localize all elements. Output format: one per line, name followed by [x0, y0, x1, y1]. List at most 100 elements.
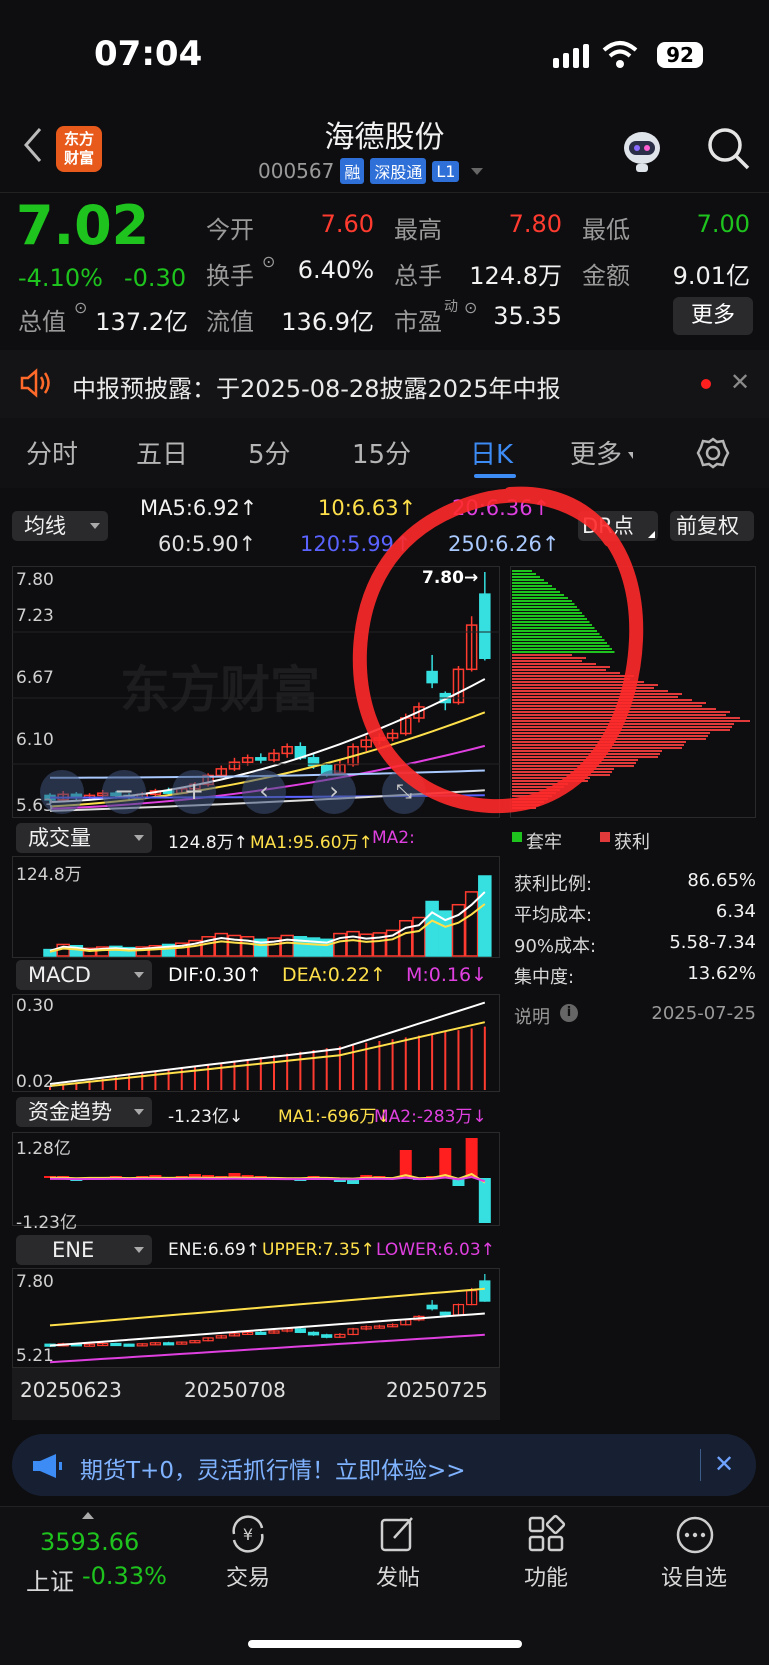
tab-more[interactable]: 更多	[570, 434, 622, 471]
index-name[interactable]: 上证	[26, 1562, 74, 1597]
tab-daily-k[interactable]: 日K	[470, 434, 513, 471]
profit-ratio-label: 获利比例:	[514, 874, 593, 895]
change-amount: -0.30	[124, 264, 187, 292]
volume-selector-label: 成交量	[28, 826, 91, 850]
volume-ma2: MA2:	[372, 828, 415, 848]
promo-text[interactable]: 期货T+0，灵活抓行情！立即体验>>	[80, 1451, 466, 1485]
fund-bar	[439, 1148, 452, 1178]
pe-dynamic-sup: 动	[444, 299, 458, 315]
tab-5min[interactable]: 5分	[248, 434, 291, 471]
info-icon[interactable]: i	[560, 1004, 578, 1022]
ene-candle	[162, 1342, 175, 1346]
grid-icon[interactable]	[526, 1514, 566, 1554]
volume-bar	[478, 875, 492, 957]
volume-selector[interactable]: 成交量	[16, 823, 152, 853]
macd-selector[interactable]: MACD	[16, 960, 152, 990]
index-value[interactable]: 3593.66	[40, 1528, 139, 1556]
ene-y-bottom: 5.21	[16, 1346, 54, 1366]
value-volume: 124.8万	[469, 262, 562, 290]
nav-watchlist[interactable]: 设自选	[644, 1560, 744, 1592]
tab-15min[interactable]: 15分	[352, 434, 411, 471]
ene-candle	[307, 1331, 320, 1336]
y-axis-top: 7.80	[16, 570, 54, 590]
current-price: 7.02	[16, 194, 150, 257]
volume-ma1: MA1:95.60万↑	[250, 833, 373, 853]
tab-intraday[interactable]: 分时	[26, 434, 78, 471]
ene-candle	[479, 1280, 491, 1302]
robot-assistant-icon[interactable]	[618, 126, 666, 174]
legend-trapped: 套牢	[526, 832, 562, 853]
date-start: 20250623	[20, 1378, 122, 1402]
profit-ratio-value: 86.65%	[687, 870, 756, 891]
candle	[255, 757, 267, 761]
trade-icon[interactable]: ¥	[226, 1514, 270, 1554]
ene-selector[interactable]: ENE	[16, 1235, 152, 1265]
value-amount: 9.01亿	[672, 262, 750, 290]
ma60-value: 60:5.90↑	[158, 532, 257, 556]
change-percent: -4.10%	[18, 264, 103, 292]
chevron-up-icon[interactable]	[82, 1512, 94, 1519]
close-icon[interactable]: ✕	[730, 368, 750, 396]
tab-five-day[interactable]: 五日	[136, 434, 188, 471]
ene-candle	[123, 1343, 135, 1347]
label-volume: 总手	[394, 262, 442, 290]
info-icon[interactable]: ⊙	[74, 298, 87, 317]
battery-icon: 92	[657, 42, 703, 68]
y-axis-mid2: 6.67	[16, 668, 54, 688]
legend-profit: 获利	[614, 832, 650, 853]
ene-mid-line	[49, 1312, 485, 1347]
fund-trend-selector-label: 资金趋势	[28, 1100, 112, 1124]
info-icon[interactable]: ⊙	[464, 298, 477, 317]
settings-gear-icon[interactable]	[696, 436, 730, 470]
home-indicator	[248, 1640, 522, 1648]
notice-text[interactable]: 中报预披露：于2025-08-28披露2025年中报	[72, 369, 561, 404]
macd-selector-label: MACD	[28, 963, 91, 987]
label-market-cap: 总值	[18, 308, 66, 336]
macd-m: M:0.16↓	[406, 964, 488, 986]
status-time: 07:04	[94, 34, 203, 74]
macd-chart	[49, 1001, 486, 1090]
close-icon[interactable]: ✕	[714, 1450, 734, 1478]
info-icon[interactable]: ⊙	[262, 252, 275, 271]
cost-90-label: 90%成本:	[514, 936, 597, 957]
label-high: 最高	[394, 216, 442, 244]
nav-post[interactable]: 发帖	[348, 1560, 448, 1592]
nav-trade[interactable]: 交易	[198, 1560, 298, 1592]
volume-value: 124.8万↑	[168, 833, 248, 853]
adjust-button[interactable]: 前复权	[670, 511, 754, 541]
macd-y-bottom: 0.02	[16, 1072, 54, 1092]
more-button[interactable]: 更多	[673, 297, 753, 335]
ene-upper: UPPER:7.35↑	[262, 1240, 375, 1260]
y-axis-mid1: 7.23	[16, 606, 54, 626]
legend-trapped-swatch	[512, 832, 522, 842]
zoom-out-button[interactable]	[40, 770, 84, 814]
volume-bar	[385, 929, 400, 957]
search-icon[interactable]	[704, 124, 752, 172]
index-change[interactable]: -0.33%	[82, 1562, 167, 1590]
chip-note[interactable]: 说明	[514, 1003, 550, 1029]
ene-selector-label: ENE	[52, 1238, 95, 1262]
avg-cost-value: 6.34	[715, 901, 756, 922]
ene-candle	[321, 1334, 333, 1338]
y-axis-mid3: 6.10	[16, 730, 54, 750]
compose-icon[interactable]	[378, 1514, 418, 1554]
minus-icon[interactable]: −	[102, 770, 146, 814]
fund-trend-selector[interactable]: 资金趋势	[16, 1097, 152, 1127]
volume-bar	[346, 930, 360, 957]
divider	[700, 1449, 701, 1481]
fund-y-top: 1.28亿	[16, 1139, 71, 1159]
label-low: 最低	[582, 216, 630, 244]
avg-cost-label: 平均成本:	[514, 905, 593, 926]
nav-functions[interactable]: 功能	[496, 1560, 596, 1592]
label-open: 今开	[206, 216, 254, 244]
chevron-left-icon[interactable]: ‹	[242, 770, 286, 814]
more-dots-icon[interactable]	[674, 1514, 716, 1556]
plus-icon[interactable]: +	[172, 770, 216, 814]
stock-code-row[interactable]: 000567 融 深股通 L1	[258, 158, 484, 184]
fund-bar	[465, 1138, 478, 1178]
hand-drawn-circle	[352, 486, 644, 814]
legend-profit-swatch	[600, 832, 610, 842]
value-market-cap: 137.2亿	[95, 308, 188, 336]
ma-selector[interactable]: 均线	[12, 511, 108, 541]
fund-value: -1.23亿↓	[168, 1107, 244, 1127]
